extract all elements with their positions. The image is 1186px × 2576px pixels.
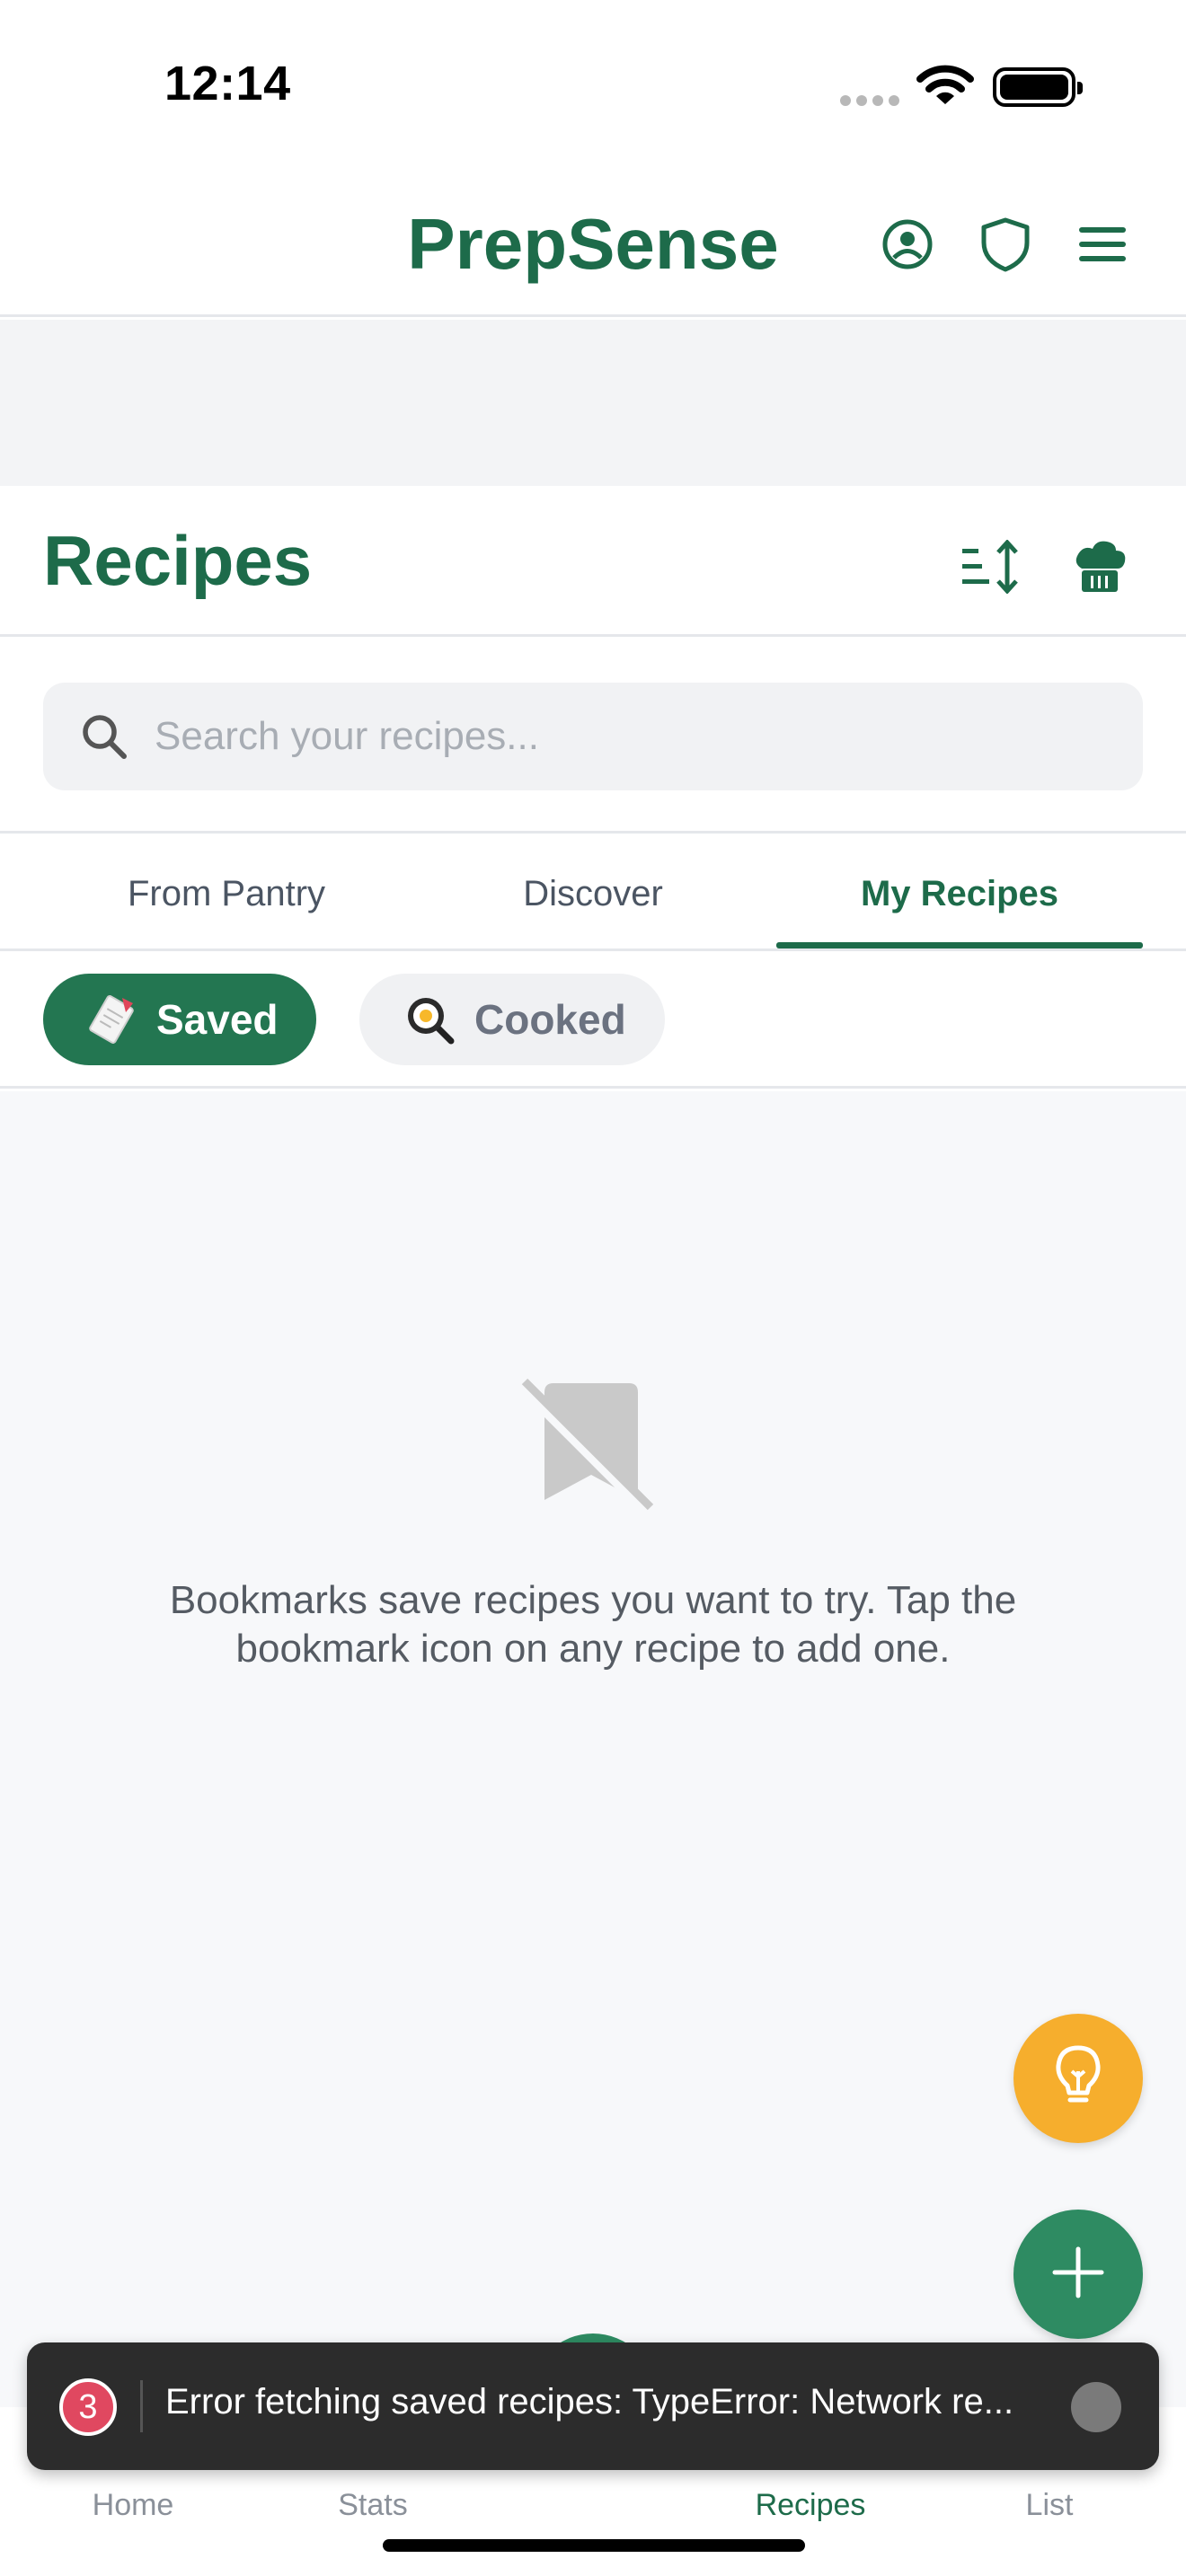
toast-divider: [140, 2380, 143, 2432]
status-time: 12:14: [164, 57, 291, 110]
nav-recipes-label: Recipes: [755, 2488, 866, 2522]
recipes-header: Recipes: [0, 486, 1186, 637]
nav-list-label: List: [1025, 2488, 1074, 2522]
frying-pan-icon: [404, 994, 455, 1045]
battery-icon: [993, 67, 1083, 107]
add-recipe-button[interactable]: [1013, 2210, 1143, 2339]
saved-filter-chip[interactable]: Saved: [43, 974, 316, 1065]
nav-recipes[interactable]: Recipes: [721, 2488, 900, 2523]
cellular-signal-icon: [840, 94, 905, 110]
tab-my-recipes[interactable]: My Recipes: [776, 836, 1143, 951]
active-tab-indicator: [776, 942, 1143, 948]
nav-stats[interactable]: Stats: [283, 2488, 463, 2523]
memo-icon: [86, 994, 137, 1045]
recipe-tabs: From Pantry Discover My Recipes: [0, 836, 1186, 951]
page-title: Recipes: [43, 521, 313, 600]
chef-hat-icon[interactable]: [1064, 531, 1136, 603]
app-header: PrepSense: [0, 171, 1186, 317]
tips-button[interactable]: [1013, 2014, 1143, 2143]
nav-home[interactable]: Home: [43, 2488, 223, 2523]
sort-icon[interactable]: [956, 531, 1028, 603]
search-input[interactable]: [155, 701, 1107, 772]
nav-stats-label: Stats: [338, 2488, 408, 2522]
empty-state-message: Bookmarks save recipes you want to try. …: [169, 1578, 1017, 1671]
toast-dismiss-button[interactable]: [1071, 2382, 1121, 2432]
user-circle-icon[interactable]: [879, 216, 936, 273]
saved-chip-label: Saved: [156, 996, 279, 1043]
bookmark-off-icon: [519, 1374, 663, 1522]
wifi-icon: [916, 65, 974, 112]
header-spacer: [0, 320, 1186, 486]
lightbulb-icon: [1049, 2044, 1107, 2113]
toast-message: Error fetching saved recipes: TypeError:…: [165, 2382, 1014, 2422]
cooked-chip-label: Cooked: [474, 996, 626, 1043]
search-bar[interactable]: [43, 683, 1143, 790]
error-count-badge: 3: [59, 2378, 117, 2436]
nav-list[interactable]: List: [960, 2488, 1139, 2523]
search-section: [0, 640, 1186, 834]
plus-icon: [1051, 2245, 1105, 2304]
nav-home-label: Home: [92, 2488, 174, 2522]
home-indicator: [383, 2539, 805, 2552]
shield-icon[interactable]: [977, 216, 1034, 273]
error-toast[interactable]: 3 Error fetching saved recipes: TypeErro…: [27, 2342, 1159, 2470]
tab-discover[interactable]: Discover: [410, 836, 776, 951]
cooked-filter-chip[interactable]: Cooked: [359, 974, 665, 1065]
menu-icon[interactable]: [1074, 216, 1131, 273]
status-bar: 12:14: [0, 0, 1186, 171]
tab-from-pantry[interactable]: From Pantry: [43, 836, 410, 951]
filter-chips: Saved Cooked: [0, 954, 1186, 1089]
search-icon: [79, 711, 129, 766]
